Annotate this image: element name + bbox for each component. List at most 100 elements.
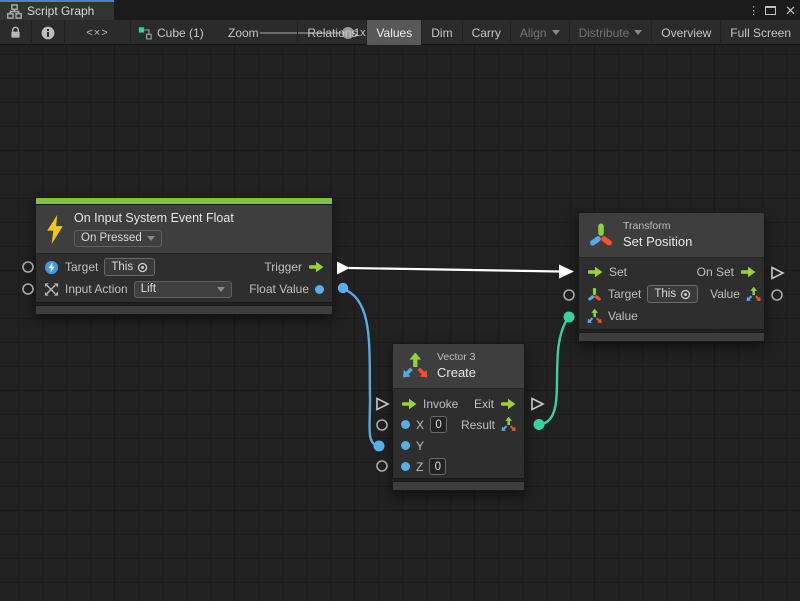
node-vector3-create[interactable]: Vector 3 Create Invoke Exit X 0 Result: [392, 343, 525, 491]
graph-toolbar: <×> Cube (1) Zoom 1x Relations Values Di…: [0, 20, 800, 45]
values-button[interactable]: Values: [366, 20, 421, 45]
node-title: Set Position: [623, 234, 692, 251]
input-action-label: Input Action: [65, 282, 128, 296]
bolt-circle-icon: [44, 260, 59, 275]
fullscreen-button[interactable]: Full Screen: [720, 20, 800, 45]
tab-script-graph[interactable]: Script Graph: [0, 0, 114, 20]
transform-node-header[interactable]: Transform Set Position: [578, 212, 765, 258]
graph-asset-icon: [138, 26, 152, 40]
value-in-label: Value: [608, 309, 638, 323]
event-node-header[interactable]: On Input System Event Float On Pressed: [35, 204, 333, 254]
chevron-down-icon: [552, 30, 560, 35]
distribute-button[interactable]: Distribute: [569, 20, 652, 45]
node-title: Create: [437, 365, 476, 382]
y-label: Y: [416, 439, 424, 453]
toolbar-view-buttons: Relations Values Dim Carry Align Distrib…: [297, 20, 800, 45]
flow-port-icon: [587, 266, 603, 278]
vector3-row-x: X 0 Result: [393, 414, 524, 435]
window-controls: ⋮ ✕: [748, 0, 796, 20]
flow-port-icon: [740, 266, 756, 278]
graph-reference-label: Cube (1): [157, 26, 204, 40]
close-icon[interactable]: ✕: [785, 4, 796, 17]
info-button[interactable]: [32, 20, 65, 45]
node-title: On Input System Event Float: [74, 211, 234, 225]
input-action-dropdown[interactable]: Lift: [134, 281, 232, 298]
float-value-port-icon: [315, 285, 324, 294]
dim-button[interactable]: Dim: [421, 20, 461, 45]
zoom-label: Zoom: [228, 20, 259, 45]
vector3-row-y: Y: [393, 435, 524, 456]
z-value-input[interactable]: 0: [429, 458, 446, 475]
vector3-mini-icon: [501, 417, 516, 432]
event-row-target: Target This Trigger: [36, 256, 332, 278]
scope-icon: [680, 289, 691, 300]
transform-row-value: Value: [579, 305, 764, 327]
lightning-icon: [45, 215, 65, 244]
transform-node-body: Set On Set Target This Value Value: [578, 258, 765, 330]
value-port-icon: [401, 420, 410, 429]
result-label: Result: [461, 418, 495, 432]
vector3-mini-icon: [746, 287, 761, 302]
maximize-icon[interactable]: [765, 6, 776, 15]
lock-button[interactable]: [0, 20, 32, 45]
vector3-node-header[interactable]: Vector 3 Create: [392, 343, 525, 389]
node-on-input-system-event-float[interactable]: On Input System Event Float On Pressed T…: [35, 197, 333, 315]
toolbar-left-group: <×>: [0, 20, 131, 45]
x-label: X: [416, 418, 424, 432]
lock-icon: [9, 26, 22, 39]
code-preview-button[interactable]: <×>: [65, 20, 131, 45]
event-mode-dropdown[interactable]: On Pressed: [74, 230, 162, 247]
window-tab-bar: Script Graph ⋮ ✕: [0, 0, 800, 20]
event-node-body: Target This Trigger Input Action Lift Fl…: [35, 254, 333, 303]
chevron-down-icon: [634, 30, 642, 35]
float-value-label: Float Value: [249, 282, 309, 296]
vector3-row-z: Z 0: [393, 456, 524, 477]
target-this-chip[interactable]: This: [647, 285, 698, 304]
target-this-chip[interactable]: This: [104, 258, 155, 277]
vector3-mini-icon: [587, 309, 602, 324]
unity-script-graph-window: Script Graph ⋮ ✕ <×> Cube (1) Zoom 1x: [0, 0, 800, 601]
transform-row-set: Set On Set: [579, 261, 764, 283]
tab-title: Script Graph: [27, 4, 94, 18]
overview-button[interactable]: Overview: [651, 20, 720, 45]
event-row-input-action: Input Action Lift Float Value: [36, 278, 332, 300]
info-icon: [41, 26, 55, 40]
z-label: Z: [416, 460, 423, 474]
on-set-label: On Set: [697, 265, 734, 279]
align-button[interactable]: Align: [510, 20, 569, 45]
x-value-input[interactable]: 0: [430, 416, 447, 433]
set-label: Set: [609, 265, 627, 279]
vector3-node-body: Invoke Exit X 0 Result Y Z 0: [392, 389, 525, 479]
vector3-icon: [402, 353, 428, 379]
event-node-footer: [35, 305, 333, 315]
flow-port-icon: [308, 261, 324, 273]
scope-icon: [137, 262, 148, 273]
input-action-icon: [44, 282, 59, 297]
event-highlight-bar: [35, 197, 333, 204]
value-port-icon: [401, 441, 410, 450]
flow-port-icon: [401, 398, 417, 410]
graph-reference[interactable]: Cube (1): [138, 20, 204, 45]
transform-icon: [588, 222, 614, 248]
node-category: Vector 3: [437, 350, 476, 364]
chevron-down-icon: [147, 236, 155, 241]
chevron-down-icon: [217, 287, 225, 292]
vector3-row-invoke: Invoke Exit: [393, 393, 524, 414]
exit-label: Exit: [474, 397, 494, 411]
transform-mini-icon: [587, 287, 602, 302]
carry-button[interactable]: Carry: [462, 20, 510, 45]
graph-icon: [7, 4, 22, 19]
vector3-node-footer: [392, 481, 525, 491]
invoke-label: Invoke: [423, 397, 458, 411]
trigger-label: Trigger: [264, 260, 302, 274]
target-label: Target: [65, 260, 98, 274]
node-category: Transform: [623, 219, 692, 233]
value-out-label: Value: [710, 287, 740, 301]
window-menu-icon[interactable]: ⋮: [748, 4, 756, 17]
transform-node-footer: [578, 332, 765, 342]
transform-row-target: Target This Value: [579, 283, 764, 305]
target-label: Target: [608, 287, 641, 301]
node-transform-set-position[interactable]: Transform Set Position Set On Set Target…: [578, 212, 765, 342]
relations-button[interactable]: Relations: [297, 20, 366, 45]
flow-port-icon: [500, 398, 516, 410]
